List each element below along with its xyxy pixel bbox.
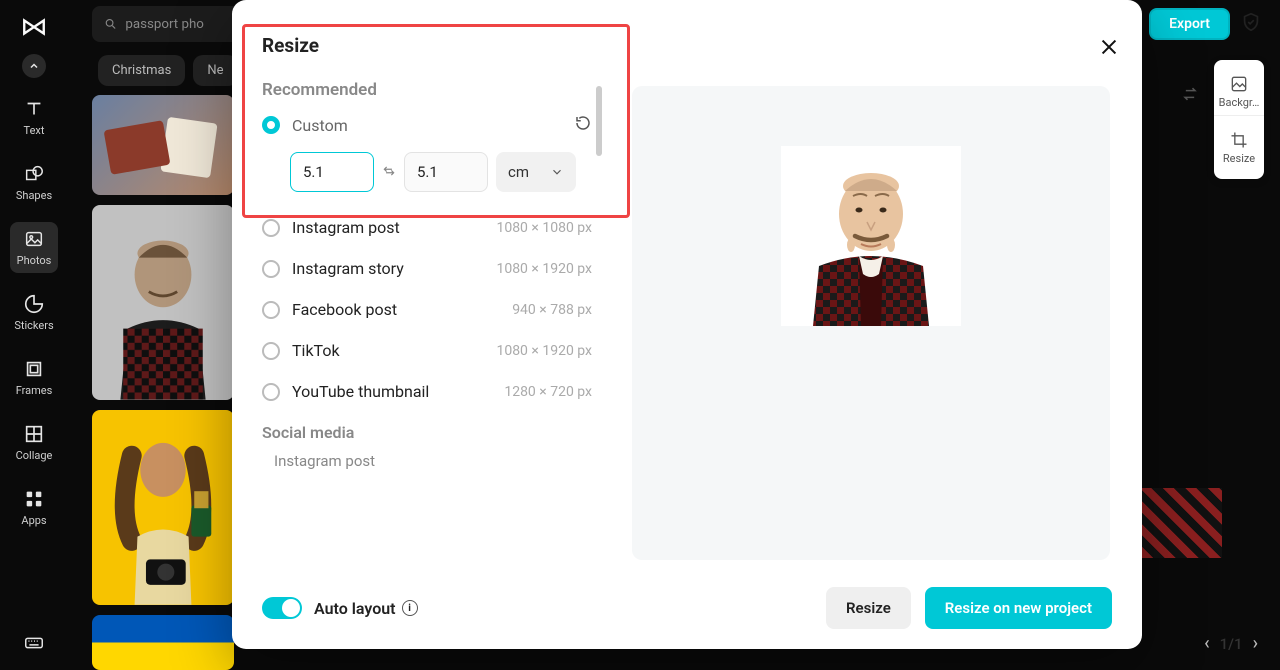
app-logo-icon (21, 14, 47, 40)
tool-label: Stickers (14, 319, 53, 332)
preset-list: Instagram post 1080 × 1080 px Instagram … (262, 218, 592, 401)
panel-scrollbar[interactable] (596, 86, 602, 156)
resize-new-project-button[interactable]: Resize on new project (925, 587, 1112, 629)
search-input-wrap[interactable] (92, 6, 247, 42)
tool-photos[interactable]: Photos (10, 222, 58, 273)
shield-icon[interactable] (1240, 11, 1262, 37)
tool-shapes[interactable]: Shapes (10, 157, 58, 208)
tool-label: Shapes (16, 189, 52, 202)
filter-chips: Christmas Ne (98, 55, 238, 86)
search-icon (104, 16, 117, 32)
close-icon (1098, 36, 1120, 58)
tool-apps[interactable]: Apps (10, 482, 58, 533)
person-icon (92, 410, 234, 605)
tool-label: Frames (16, 384, 53, 397)
crop-icon (1229, 130, 1249, 150)
preset-instagram-story[interactable]: Instagram story 1080 × 1920 px (262, 259, 592, 278)
swap-dimensions-icon[interactable] (382, 161, 396, 184)
sidebar-up-button[interactable] (22, 54, 46, 78)
canvas-swap-icon[interactable] (1180, 84, 1200, 108)
reset-icon[interactable] (574, 114, 592, 136)
radio-icon (262, 260, 280, 278)
radio-icon (262, 383, 280, 401)
thumb-woman-camera[interactable] (92, 410, 234, 605)
chip-christmas[interactable]: Christmas (98, 55, 185, 86)
preset-facebook-post[interactable]: Facebook post 940 × 788 px (262, 300, 592, 319)
social-item[interactable]: Instagram post (274, 452, 592, 470)
person-icon (92, 215, 234, 400)
page-indicator: ‹ 1/1 › (1204, 633, 1258, 654)
custom-dimensions: cm (290, 152, 592, 192)
search-input[interactable] (125, 17, 235, 32)
thumb-flag[interactable] (92, 615, 234, 670)
tool-collage[interactable]: Collage (10, 417, 58, 468)
unit-select[interactable]: cm (496, 152, 576, 192)
height-input[interactable] (404, 152, 488, 192)
tool-label: Photos (17, 254, 52, 267)
left-sidebar: Text Shapes Photos Stickers Frames Colla… (0, 0, 68, 670)
tool-label: Apps (21, 514, 46, 527)
resize-modal: Resize Recommended Custom cm (232, 0, 1142, 649)
chip-ne[interactable]: Ne (193, 55, 237, 86)
page-prev[interactable]: ‹ (1204, 633, 1210, 654)
preset-tiktok[interactable]: TikTok 1080 × 1920 px (262, 341, 592, 360)
chevron-down-icon (550, 165, 564, 179)
option-custom[interactable]: Custom (262, 114, 592, 136)
auto-layout-label: Auto layout i (314, 599, 418, 618)
tool-label: Collage (16, 449, 53, 462)
tool-label: Text (24, 124, 45, 137)
resize-preview (632, 86, 1110, 560)
radio-icon (262, 342, 280, 360)
tool-text[interactable]: Text (10, 92, 58, 143)
width-input[interactable] (290, 152, 374, 192)
export-button[interactable]: Export (1149, 8, 1230, 40)
right-tool-label: Resize (1223, 152, 1255, 165)
radio-selected-icon (262, 116, 280, 134)
canvas-photo-fragment (1142, 488, 1222, 558)
info-icon[interactable]: i (402, 600, 418, 616)
right-tool-label: Backgr… (1219, 96, 1260, 109)
modal-footer: Auto layout i Resize Resize on new proje… (262, 587, 1112, 629)
custom-label: Custom (292, 116, 348, 135)
photo-results (92, 95, 234, 670)
right-tool-background[interactable]: Backgr… (1214, 68, 1264, 116)
background-icon (1229, 74, 1249, 94)
preset-instagram-post[interactable]: Instagram post 1080 × 1080 px (262, 218, 592, 237)
auto-layout-toggle[interactable] (262, 597, 302, 619)
tool-stickers[interactable]: Stickers (10, 287, 58, 338)
tool-frames[interactable]: Frames (10, 352, 58, 403)
right-toolbar: Backgr… Resize (1214, 60, 1264, 179)
thumb-passport-docs[interactable] (92, 95, 234, 195)
radio-icon (262, 301, 280, 319)
tool-keyboard[interactable] (10, 626, 58, 660)
thumb-man-portrait[interactable] (92, 205, 234, 400)
resize-button[interactable]: Resize (826, 587, 911, 629)
modal-title: Resize (262, 34, 1112, 57)
unit-value: cm (508, 163, 529, 181)
radio-icon (262, 219, 280, 237)
section-recommended: Recommended (262, 80, 592, 100)
right-tool-resize[interactable]: Resize (1214, 124, 1264, 171)
close-button[interactable] (1098, 36, 1120, 62)
preview-photo (781, 146, 961, 326)
page-next[interactable]: › (1253, 633, 1258, 654)
resize-options-panel: Recommended Custom cm Instagram post (262, 80, 592, 564)
page-count: 1/1 (1220, 635, 1243, 653)
preset-youtube-thumbnail[interactable]: YouTube thumbnail 1280 × 720 px (262, 382, 592, 401)
section-social: Social media (262, 423, 592, 442)
